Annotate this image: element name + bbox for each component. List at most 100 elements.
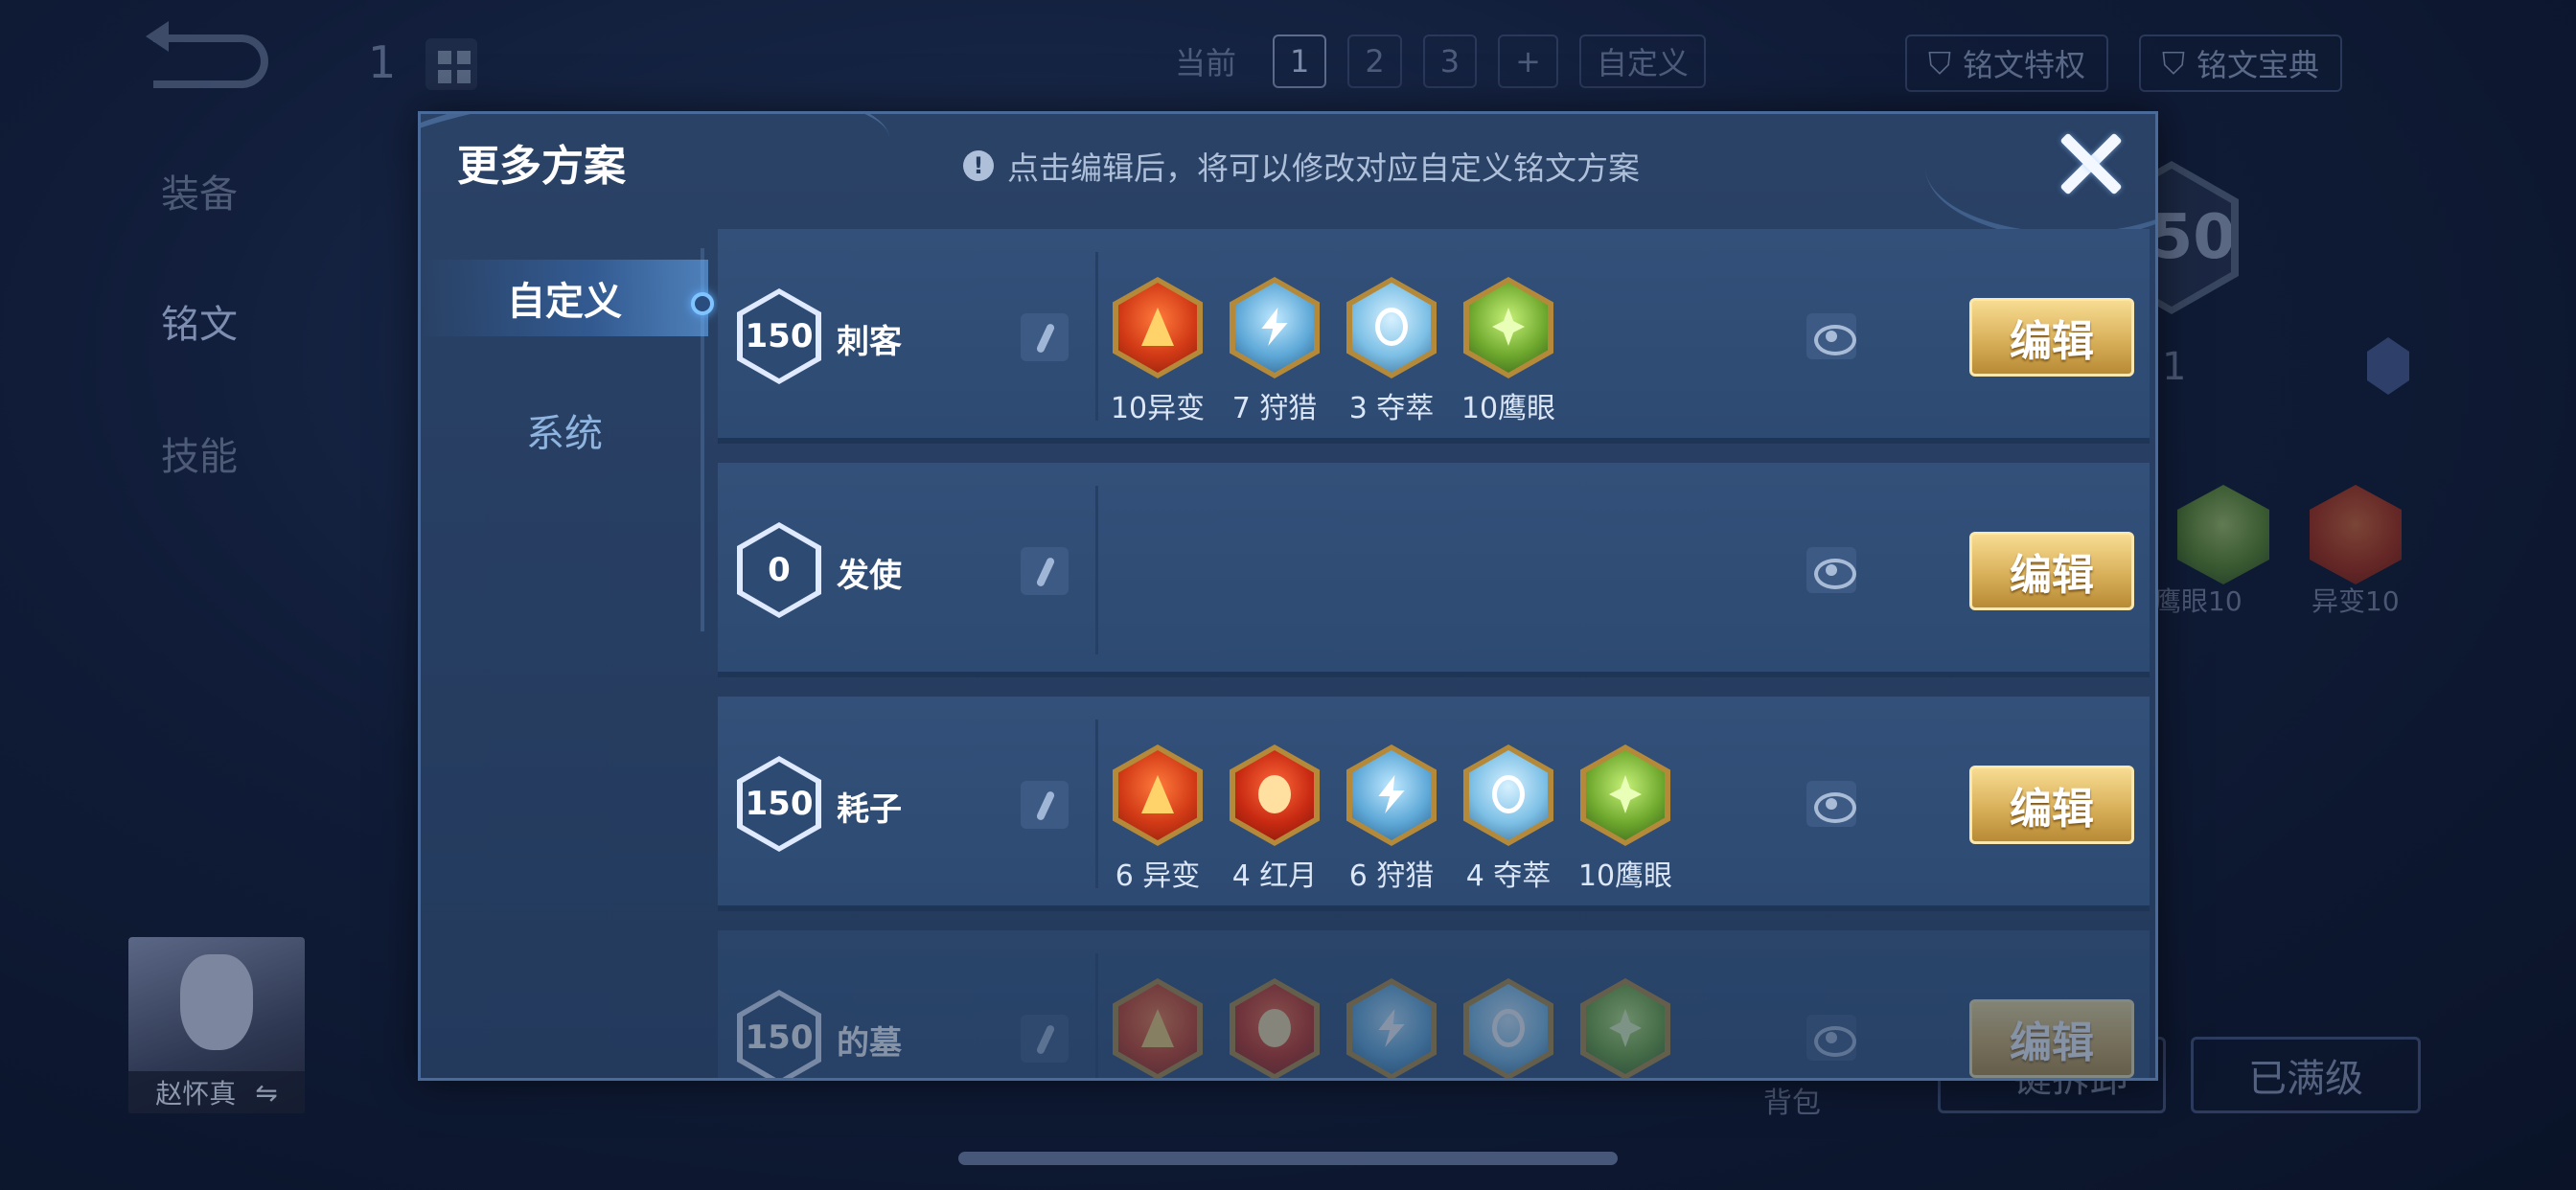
preview-eye-icon[interactable] (1806, 313, 1856, 359)
rune-item (1346, 978, 1437, 1078)
rune-codex-button[interactable]: ⛉ 铭文宝典 (2139, 34, 2343, 92)
tip-text: ! 点击编辑后，将可以修改对应自定义铭文方案 (963, 143, 1640, 189)
bag-label: 背包 (1763, 1087, 1821, 1120)
menu-icon[interactable] (2367, 337, 2409, 395)
rename-pen-icon[interactable] (1021, 1015, 1069, 1063)
rune-count-label: 10鹰眼 (1460, 392, 1556, 425)
sidebar-item-skills[interactable]: 技能 (161, 425, 238, 481)
dialog-title: 更多方案 (457, 142, 626, 191)
rune-label: 鹰眼10 (2154, 585, 2242, 617)
rune-item: 6 狩猎 (1346, 744, 1437, 894)
rune-knot-icon (1346, 277, 1437, 378)
grid-icon[interactable] (426, 38, 477, 90)
rune-count-label: 6 异变 (1115, 859, 1201, 893)
active-indicator-dot (691, 292, 714, 315)
rune-item: 7 狩猎 (1230, 277, 1320, 426)
plan-level: 0 (743, 528, 816, 612)
tab-page-3[interactable]: 3 (1422, 34, 1478, 88)
plan-level-badge: 0 (737, 522, 821, 618)
rune-item (1463, 978, 1553, 1078)
rune-list: 6 异变 4 红月 6 狩猎 4 夺萃 10鹰眼 (1113, 744, 1673, 894)
edit-button[interactable]: 编辑 (1969, 532, 2134, 610)
sidebar-item-equipment[interactable]: 装备 (161, 163, 238, 218)
tip-message: 点击编辑后，将可以修改对应自定义铭文方案 (1007, 149, 1640, 187)
level-count: 1 (2162, 345, 2187, 389)
rune-codex-label: 铭文宝典 (2196, 47, 2320, 83)
rename-pen-icon[interactable] (1021, 781, 1069, 829)
plan-name: 刺客 (837, 323, 902, 361)
plan-row: 0 发使 编辑 (718, 463, 2150, 677)
rune-label: 异变10 (2312, 585, 2400, 617)
plan-level-badge: 150 (737, 756, 821, 852)
edit-button[interactable]: 编辑 (1969, 298, 2134, 377)
rune-count-label: 4 夺萃 (1465, 859, 1552, 893)
rune-moon-icon (1230, 978, 1320, 1078)
back-arrow-icon[interactable] (146, 21, 268, 88)
page-number: 1 (368, 36, 397, 88)
home-indicator[interactable] (958, 1152, 1618, 1165)
rune-red-icon (1113, 978, 1203, 1078)
rune-item: 4 红月 (1230, 744, 1320, 894)
tab-custom[interactable]: 自定义 (421, 260, 708, 336)
rune-bolt-icon (1346, 744, 1437, 846)
rune-red-icon (1113, 744, 1203, 846)
row-divider (1095, 486, 1098, 654)
plan-level: 150 (743, 294, 816, 378)
rune-bolt-icon (1346, 978, 1437, 1078)
rune-item: 10鹰眼 (1460, 277, 1556, 426)
edit-button[interactable]: 编辑 (1969, 999, 2134, 1078)
rune-list: 10异变 7 狩猎 3 夺萃 10鹰眼 (1110, 277, 1556, 426)
row-divider (1095, 252, 1098, 421)
rune-bolt-icon (1230, 277, 1320, 378)
sidebar-item-runes[interactable]: 铭文 (161, 293, 238, 349)
plan-level: 150 (743, 995, 816, 1078)
rune-item: 3 夺萃 (1346, 277, 1437, 426)
plan-level-badge: 150 (737, 288, 821, 384)
tab-page-1[interactable]: 1 (1273, 34, 1327, 88)
preview-eye-icon[interactable] (1806, 781, 1856, 827)
rename-pen-icon[interactable] (1021, 313, 1069, 361)
rune-item (1580, 978, 1670, 1078)
rune-item: 4 夺萃 (1463, 744, 1553, 894)
current-label: 当前 (1175, 45, 1237, 81)
avatar (180, 954, 253, 1050)
rune-list (1113, 978, 1670, 1078)
rune-page-tabs: 当前 1 2 3 + 自定义 (1160, 34, 1706, 88)
close-icon[interactable] (2056, 129, 2125, 198)
preview-eye-icon[interactable] (1806, 1015, 1856, 1061)
tab-system[interactable]: 系统 (421, 392, 708, 469)
row-divider (1095, 953, 1098, 1078)
plan-name: 发使 (837, 557, 902, 595)
rune-item (1113, 978, 1203, 1078)
preview-eye-icon[interactable] (1806, 547, 1856, 593)
rune-clover-icon (1463, 277, 1553, 378)
rune-count-label: 10鹰眼 (1577, 859, 1673, 893)
rune-icon-mutation (2310, 485, 2402, 584)
rename-pen-icon[interactable] (1021, 547, 1069, 595)
codex-icon: ⛉ (2162, 44, 2186, 81)
rune-clover-icon (1580, 978, 1670, 1078)
rune-moon-icon (1230, 744, 1320, 846)
rune-clover-icon (1580, 744, 1670, 846)
rune-privilege-button[interactable]: ⛉ 铭文特权 (1905, 34, 2109, 92)
rune-count-label: 10异变 (1110, 392, 1206, 425)
max-level-button[interactable]: 已满级 (2191, 1037, 2421, 1113)
info-icon: ! (963, 150, 994, 181)
edit-button[interactable]: 编辑 (1969, 766, 2134, 844)
plan-level: 150 (743, 762, 816, 846)
swap-icon: ⇋ (255, 1076, 278, 1109)
plan-list[interactable]: 150 刺客 10异变 7 狩猎 3 夺萃 10鹰眼 编辑 0 发使 编辑 15… (718, 229, 2155, 1078)
rune-item (1230, 978, 1320, 1078)
rune-count-label: 6 狩猎 (1348, 859, 1435, 893)
add-page-button[interactable]: + (1498, 34, 1558, 88)
more-plans-dialog: 更多方案 ! 点击编辑后，将可以修改对应自定义铭文方案 自定义 系统 150 刺… (418, 111, 2158, 1081)
plan-row: 150 的墓 编辑 (718, 930, 2150, 1078)
tab-page-2[interactable]: 2 (1347, 34, 1402, 88)
rune-red-icon (1113, 277, 1203, 378)
plan-row: 150 耗子 6 异变 4 红月 6 狩猎 4 夺萃 10鹰眼 编辑 (718, 697, 2150, 911)
rune-count-label: 3 夺萃 (1348, 392, 1435, 425)
plan-name: 的墓 (837, 1024, 902, 1063)
custom-tab[interactable]: 自定义 (1578, 34, 1706, 88)
hero-name-bar[interactable]: 赵怀真 ⇋ (128, 1071, 305, 1113)
rune-privilege-label: 铭文特权 (1963, 47, 2086, 83)
